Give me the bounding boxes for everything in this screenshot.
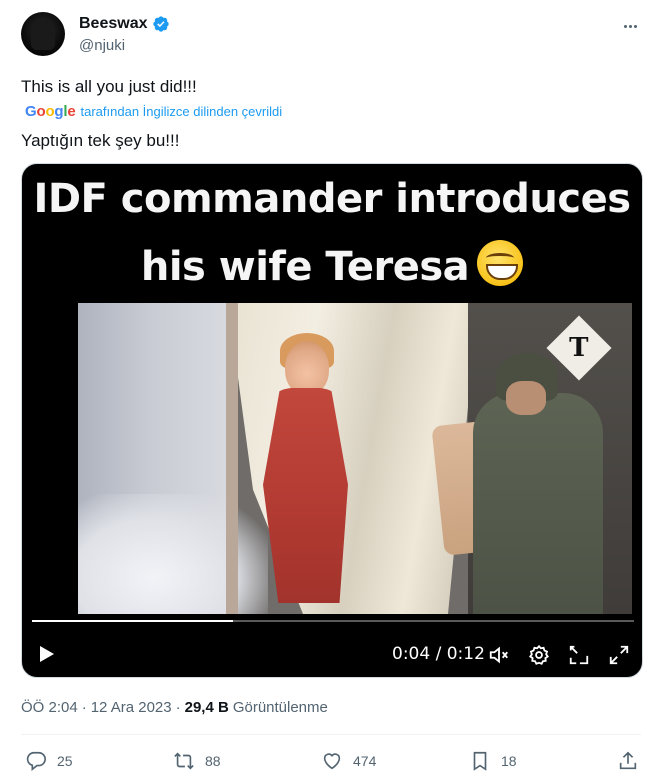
meta-separator: · (81, 699, 87, 716)
video-player[interactable]: IDF commander introduces his wife Teresa… (21, 163, 643, 678)
tweet-header: Beeswax @njuki (21, 12, 641, 60)
share-button[interactable] (617, 750, 639, 772)
like-button[interactable]: 474 (321, 750, 376, 772)
repost-icon (174, 752, 194, 770)
views-count: 29,4 B (184, 699, 229, 716)
tweet-meta: ÖÖ 2:04 · 12 Ara 2023 · 29,4 B Görüntüle… (21, 699, 328, 716)
video-progress-bar[interactable] (32, 620, 634, 622)
share-icon (619, 751, 637, 770)
tweet-date[interactable]: 12 Ara 2023 (91, 699, 172, 716)
video-caption-line2-text: his wife Teresa (140, 244, 470, 290)
video-frame: T (78, 303, 632, 614)
like-count: 474 (353, 753, 377, 769)
meta-separator: · (175, 699, 181, 716)
telegraph-logo-letter: T (569, 332, 589, 363)
settings-gear-icon[interactable] (528, 644, 550, 666)
mute-icon[interactable] (488, 644, 510, 666)
more-options-icon[interactable] (619, 18, 641, 34)
name-row: Beeswax (79, 15, 170, 33)
video-progress-fill (32, 620, 233, 622)
divider (21, 734, 641, 735)
bookmark-icon (473, 751, 487, 771)
verified-badge-icon (152, 16, 169, 32)
google-logo-icon: Google (25, 103, 76, 120)
bookmark-count: 18 (501, 753, 517, 769)
display-name[interactable]: Beeswax (79, 15, 148, 33)
avatar[interactable] (21, 12, 65, 56)
pop-out-icon[interactable] (568, 644, 590, 666)
repost-button[interactable]: 88 (173, 750, 221, 772)
grinning-face-emoji-icon (477, 240, 524, 286)
tweet-text: This is all you just did!!! (21, 77, 197, 96)
translated-text: Yaptığın tek şey bu!!! (21, 131, 180, 150)
views-label: Görüntülenme (232, 699, 328, 716)
translation-attribution[interactable]: Google tarafından İngilizce dilinden çev… (25, 103, 282, 120)
fullscreen-icon[interactable] (608, 644, 630, 666)
video-caption-line1: IDF commander introduces (33, 176, 631, 222)
bookmark-button[interactable]: 18 (469, 750, 517, 772)
action-bar: 25 88 474 18 (21, 748, 641, 778)
video-caption-line2: his wife Teresa (22, 240, 642, 290)
reply-icon (26, 751, 46, 771)
reply-count: 25 (57, 753, 73, 769)
repost-count: 88 (205, 753, 221, 769)
tweet-time[interactable]: ÖÖ 2:04 (21, 699, 78, 716)
heart-icon (323, 753, 341, 770)
video-time: 0:04 / 0:12 (392, 644, 485, 664)
play-icon[interactable] (36, 644, 56, 664)
video-controls: 0:04 / 0:12 (22, 634, 642, 674)
reply-button[interactable]: 25 (25, 750, 73, 772)
handle[interactable]: @njuki (79, 37, 125, 54)
translation-attribution-text: tarafından İngilizce dilinden çevrildi (80, 104, 283, 119)
